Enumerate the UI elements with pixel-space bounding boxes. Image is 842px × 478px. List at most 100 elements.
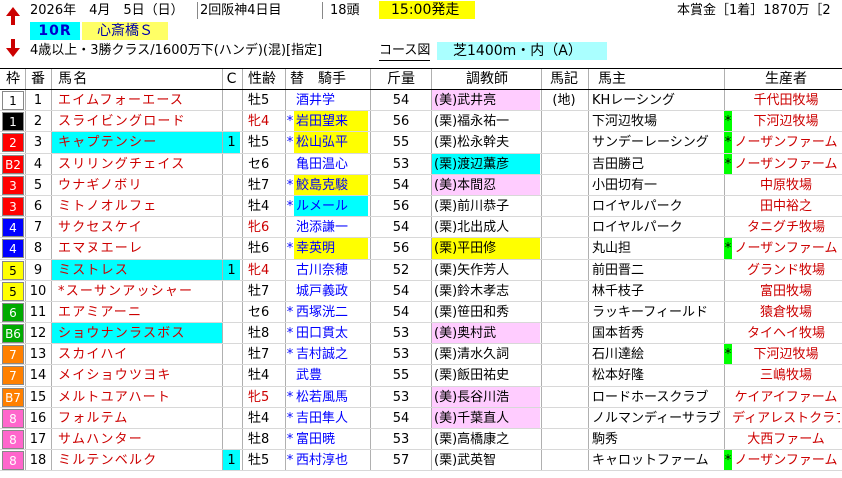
owner-name[interactable]: 吉田勝己 bbox=[590, 154, 724, 174]
breeder-name[interactable]: 三嶋牧場 bbox=[732, 365, 840, 385]
course-map-link[interactable]: コース図 bbox=[379, 42, 431, 61]
table-row[interactable]: 8 16 フォルテム 牡4 * 吉田隼人 54 (美)千葉直人 ノルマンディーサラブ ディアレスト… bbox=[0, 407, 842, 429]
owner-name[interactable]: 小田切有一 bbox=[590, 175, 724, 195]
breeder-name[interactable]: ノーザンファーム bbox=[732, 154, 840, 174]
trainer-name[interactable]: (栗)矢作芳人 bbox=[432, 260, 540, 280]
table-row[interactable]: 2 3 キャプテンシー 1 牡5 * 松山弘平 55 (栗)松永幹夫 サンデーレーシング * ノーザン… bbox=[0, 132, 842, 154]
table-row[interactable]: 4 8 エマヌエーレ 牡6 * 幸英明 56 (栗)平田修 丸山担 * ノーザンファーム bbox=[0, 238, 842, 260]
trainer-name[interactable]: (栗)平田修 bbox=[432, 238, 540, 259]
breeder-name[interactable]: ノーザンファーム bbox=[732, 238, 840, 258]
race-name[interactable]: 心斎橋Ｓ bbox=[82, 22, 168, 40]
table-row[interactable]: 5 10 *スーサンアッシャー 牡7 城戸義政 54 (栗)鈴木孝志 林千枝子 富田牧場 bbox=[0, 280, 842, 302]
owner-name[interactable]: サンデーレーシング bbox=[590, 132, 724, 152]
trainer-name[interactable]: (栗)北出成人 bbox=[432, 217, 540, 237]
owner-name[interactable]: KHレーシング bbox=[590, 90, 724, 110]
trainer-name[interactable]: (栗)松永幹夫 bbox=[432, 132, 540, 152]
table-row[interactable]: B2 4 スリリングチェイス セ6 亀田温心 53 (栗)渡辺薫彦 吉田勝己 * ノーザンファーム bbox=[0, 153, 842, 175]
trainer-name[interactable]: (美)千葉直人 bbox=[432, 407, 540, 428]
horse-name[interactable]: メイショウツヨキ bbox=[52, 365, 222, 385]
jockey-name[interactable]: 古川奈穂 bbox=[294, 260, 368, 280]
jockey-name[interactable]: 酒井学 bbox=[294, 90, 368, 110]
trainer-name[interactable]: (美)奥村武 bbox=[432, 323, 540, 344]
table-row[interactable]: 4 7 サクセスケイ 牝6 池添謙一 54 (栗)北出成人 ロイヤルパーク タニグチ牧場 bbox=[0, 217, 842, 239]
owner-name[interactable]: 林千枝子 bbox=[590, 281, 724, 301]
horse-name[interactable]: エマヌエーレ bbox=[52, 238, 222, 258]
col-memo[interactable]: 馬記 bbox=[542, 69, 586, 89]
race-number[interactable]: 10R bbox=[30, 22, 80, 40]
table-row[interactable]: 6 11 エアミアーニ セ6 * 西塚洸二 54 (栗)笹田和秀 ラッキーフィールド 猿倉牧場 bbox=[0, 301, 842, 324]
jockey-name[interactable]: 池添謙一 bbox=[294, 217, 368, 237]
col-blinker[interactable]: C bbox=[223, 69, 240, 89]
col-weight[interactable]: 斤量 bbox=[372, 69, 430, 89]
jockey-name[interactable]: ルメール bbox=[294, 195, 368, 217]
jockey-name[interactable]: 田口貫太 bbox=[294, 323, 368, 343]
col-trainer[interactable]: 調教師 bbox=[432, 69, 540, 89]
trainer-name[interactable]: (栗)武英智 bbox=[432, 450, 540, 470]
breeder-name[interactable]: ディアレストクラブ bbox=[732, 408, 840, 428]
owner-name[interactable]: ロイヤルパーク bbox=[590, 217, 724, 237]
horse-name[interactable]: ミストレス bbox=[52, 259, 222, 280]
prev-race-button[interactable] bbox=[2, 4, 24, 28]
owner-name[interactable]: ロイヤルパーク bbox=[590, 196, 724, 216]
jockey-name[interactable]: 岩田望来 bbox=[294, 111, 368, 132]
breeder-name[interactable]: タイヘイ牧場 bbox=[732, 323, 840, 343]
table-row[interactable]: B6 12 ショウナンラスボス 牡8 * 田口貫太 53 (美)奥村武 国本哲秀 タイヘイ牧場 bbox=[0, 323, 842, 345]
col-sexage[interactable]: 性齢 bbox=[244, 69, 284, 89]
horse-name[interactable]: スライビングロード bbox=[52, 111, 222, 131]
jockey-name[interactable]: 富田暁 bbox=[294, 429, 368, 449]
col-breeder[interactable]: 生産者 bbox=[732, 69, 840, 89]
horse-name[interactable]: スカイハイ bbox=[52, 344, 222, 364]
breeder-name[interactable]: ノーザンファーム bbox=[732, 132, 840, 152]
horse-name[interactable]: *スーサンアッシャー bbox=[52, 281, 222, 301]
col-ban[interactable]: 番 bbox=[26, 69, 50, 89]
table-row[interactable]: 8 18 ミルテンベルク 1 牡5 * 西村淳也 57 (栗)武英智 キャロットファーム * ノーザン… bbox=[0, 450, 842, 472]
breeder-name[interactable]: 下河辺牧場 bbox=[732, 344, 840, 364]
horse-name[interactable]: メルトユアハート bbox=[52, 387, 222, 407]
table-row[interactable]: 1 1 エイムフォーエース 牡5 酒井学 54 (美)武井亮 (地) KHレーシング 千代田牧場 bbox=[0, 90, 842, 112]
owner-name[interactable]: 下河辺牧場 bbox=[590, 111, 724, 131]
breeder-name[interactable]: グランド牧場 bbox=[732, 260, 840, 280]
trainer-name[interactable]: (栗)鈴木孝志 bbox=[432, 281, 540, 301]
trainer-name[interactable]: (栗)清水久詞 bbox=[432, 344, 540, 364]
owner-name[interactable]: 国本哲秀 bbox=[590, 323, 724, 343]
owner-name[interactable]: ノルマンディーサラブ bbox=[590, 408, 724, 428]
breeder-name[interactable]: 大西ファーム bbox=[732, 429, 840, 449]
owner-name[interactable]: 丸山担 bbox=[590, 238, 724, 258]
horse-name[interactable]: ショウナンラスボス bbox=[52, 323, 222, 344]
breeder-name[interactable]: ケイアイファーム bbox=[732, 387, 840, 407]
owner-name[interactable]: 駒秀 bbox=[590, 429, 724, 449]
owner-name[interactable]: 前田晋二 bbox=[590, 260, 724, 280]
trainer-name[interactable]: (栗)前川恭子 bbox=[432, 196, 540, 216]
horse-name[interactable]: サクセスケイ bbox=[52, 217, 222, 237]
breeder-name[interactable]: タニグチ牧場 bbox=[732, 217, 840, 237]
trainer-name[interactable]: (栗)高橋康之 bbox=[432, 429, 540, 449]
table-row[interactable]: 7 14 メイショウツヨキ 牡4 武豊 55 (栗)飯田祐史 松本好隆 三嶋牧場 bbox=[0, 365, 842, 387]
horse-name[interactable]: エアミアーニ bbox=[52, 302, 222, 322]
jockey-name[interactable]: 亀田温心 bbox=[294, 154, 368, 174]
breeder-name[interactable]: 下河辺牧場 bbox=[732, 111, 840, 131]
trainer-name[interactable]: (栗)笹田和秀 bbox=[432, 302, 540, 322]
horse-name[interactable]: ミトノオルフェ bbox=[52, 196, 222, 216]
jockey-name[interactable]: 武豊 bbox=[294, 365, 368, 385]
breeder-name[interactable]: ノーザンファーム bbox=[732, 450, 840, 470]
owner-name[interactable]: キャロットファーム bbox=[590, 450, 724, 470]
breeder-name[interactable]: 中原牧場 bbox=[732, 175, 840, 195]
next-race-button[interactable] bbox=[2, 36, 24, 60]
horse-name[interactable]: フォルテム bbox=[52, 408, 222, 428]
trainer-name[interactable]: (美)長谷川浩 bbox=[432, 386, 540, 407]
horse-name[interactable]: ウナギノボリ bbox=[52, 175, 222, 195]
table-row[interactable]: B7 15 メルトユアハート 牝5 * 松若風馬 53 (美)長谷川浩 ロードホースクラブ ケイア… bbox=[0, 386, 842, 408]
trainer-name[interactable]: (栗)福永祐一 bbox=[432, 111, 540, 131]
breeder-name[interactable]: 千代田牧場 bbox=[732, 90, 840, 110]
jockey-name[interactable]: 吉村誠之 bbox=[294, 344, 368, 364]
owner-name[interactable]: 石川達絵 bbox=[590, 344, 724, 364]
jockey-name[interactable]: 西村淳也 bbox=[294, 450, 368, 470]
table-row[interactable]: 8 17 サムハンター 牡8 * 富田暁 53 (栗)高橋康之 駒秀 大西ファーム bbox=[0, 429, 842, 451]
breeder-name[interactable]: 猿倉牧場 bbox=[732, 302, 840, 322]
jockey-name[interactable]: 吉田隼人 bbox=[294, 408, 368, 428]
jockey-name[interactable]: 松山弘平 bbox=[294, 132, 368, 153]
breeder-name[interactable]: 田中裕之 bbox=[732, 196, 840, 216]
trainer-name[interactable]: (美)本間忍 bbox=[432, 174, 540, 195]
horse-name[interactable]: キャプテンシー bbox=[52, 132, 222, 153]
horse-name[interactable]: ミルテンベルク bbox=[52, 450, 222, 470]
